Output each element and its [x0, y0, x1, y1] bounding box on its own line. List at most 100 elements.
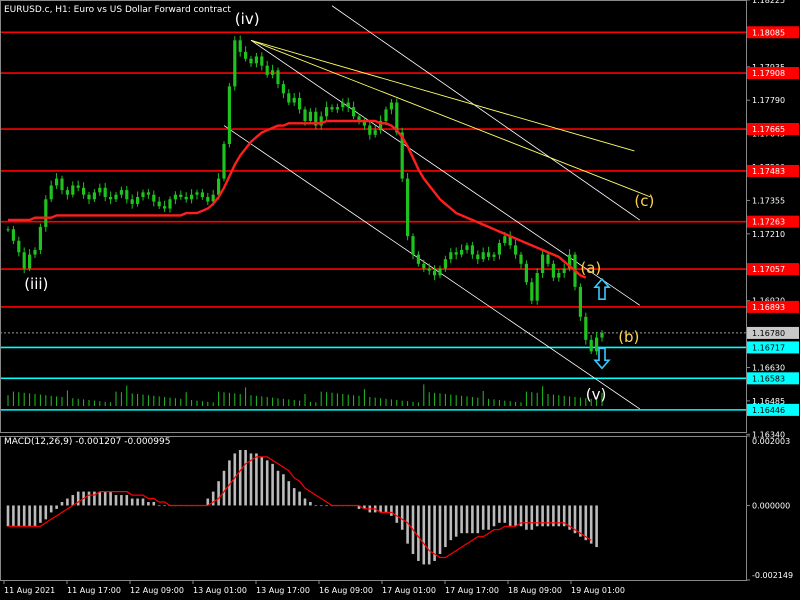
time-tick-label: 18 Aug 09:00 [508, 586, 562, 595]
macd-histogram-bar [492, 505, 496, 527]
candle-body [389, 102, 393, 110]
macd-histogram-bar [282, 474, 285, 506]
time-tick-label: 11 Aug 2021 [4, 586, 55, 595]
candle-body [238, 40, 242, 52]
macd-histogram-bar [120, 495, 123, 506]
candle-body [492, 254, 496, 257]
macd-histogram-bar [103, 491, 107, 506]
candle-body [103, 187, 107, 197]
candle-body [227, 86, 231, 144]
candle-body [28, 254, 32, 269]
candle-body [298, 97, 302, 110]
candle-body [352, 107, 356, 117]
candle-body [422, 263, 426, 269]
macd-histogram-bar [114, 495, 118, 506]
macd-tick-label: -0.002149 [752, 571, 793, 580]
candle-body [109, 196, 113, 200]
candle-body [519, 254, 523, 264]
candle-body [292, 97, 296, 103]
candle-body [303, 109, 307, 121]
macd-histogram-bar [238, 449, 242, 506]
macd-histogram-bar [87, 491, 91, 506]
candle-body [481, 252, 485, 260]
level-badge-label: 1.17263 [752, 218, 785, 227]
macd-histogram-bar [98, 491, 102, 506]
macd-histogram-bar [33, 505, 37, 527]
candle-body [87, 194, 91, 200]
candle-body [44, 199, 48, 227]
macd-histogram-bar [55, 505, 58, 509]
candle-body [335, 107, 339, 110]
candle-body [254, 56, 258, 64]
level-badge-label: 1.16446 [752, 406, 785, 415]
candle-body [206, 196, 210, 202]
candle-body [530, 282, 534, 301]
macd-histogram-bar [384, 505, 388, 513]
macd-histogram-bar [481, 505, 485, 530]
price-tick-label: 1.17790 [752, 96, 785, 105]
macd-title: MACD(12,26,9) -0.001207 -0.000995 [4, 437, 170, 447]
macd-histogram-bar [76, 491, 80, 506]
candle-body [562, 268, 566, 274]
chart-background [0, 0, 800, 600]
time-tick-label: 19 Aug 01:00 [571, 586, 625, 595]
candle-body [217, 178, 221, 195]
macd-histogram-bar [584, 505, 588, 541]
macd-histogram-bar [530, 505, 534, 530]
candle-body [433, 270, 437, 276]
candle-body [449, 252, 453, 260]
candle-body [114, 194, 118, 200]
macd-histogram-bar [163, 505, 166, 507]
candle-body [82, 187, 86, 195]
candle-body [541, 254, 545, 274]
macd-histogram-bar [390, 505, 393, 516]
candle-body [373, 130, 377, 135]
symbol-title: EURUSD.c, H1: Euro vs US Dollar Forward … [4, 5, 231, 15]
candle-body [179, 194, 183, 197]
time-tick-label: 17 Aug 17:00 [445, 586, 499, 595]
candle-body [163, 206, 167, 209]
macd-histogram-bar [498, 505, 501, 523]
candle-body [411, 236, 415, 255]
time-tick-label: 12 Aug 09:00 [130, 586, 184, 595]
macd-histogram-bar [449, 505, 453, 541]
candle-body [233, 40, 237, 87]
candle-body [503, 236, 507, 244]
macd-histogram-bar [595, 505, 598, 548]
macd-histogram-bar [71, 495, 75, 506]
candle-body [465, 245, 469, 250]
candle-body [200, 192, 204, 197]
candle-body [514, 245, 518, 255]
candle-body [546, 254, 550, 264]
macd-histogram-bar [130, 498, 134, 506]
candle-body [49, 185, 53, 200]
macd-histogram-bar [422, 505, 426, 565]
candle-body [535, 273, 539, 301]
candle-body [173, 194, 177, 200]
candle-body [33, 249, 37, 255]
macd-histogram-bar [244, 449, 247, 506]
macd-histogram-bar [444, 505, 447, 548]
candle-body [487, 252, 491, 257]
candle-body [438, 268, 442, 276]
wave-label: (iv) [235, 10, 260, 28]
candle-body [557, 273, 561, 278]
macd-histogram-bar [265, 460, 269, 506]
trading-chart[interactable]: (iv)(iii)(c)(a)(b)(v) 1.182251.180801.17… [0, 0, 800, 600]
macd-histogram-bar [60, 502, 64, 506]
candle-body [119, 190, 123, 195]
candle-body [98, 187, 102, 193]
candle-body [454, 252, 458, 255]
candle-body [281, 84, 285, 94]
macd-histogram-bar [487, 505, 490, 530]
macd-histogram-bar [66, 498, 69, 506]
candle-body [265, 65, 269, 75]
price-tick-label: 1.16630 [752, 363, 785, 372]
macd-histogram-bar [217, 481, 220, 506]
level-badge-label: 1.17057 [752, 265, 785, 274]
level-badge-label: 1.16717 [752, 343, 785, 352]
macd-histogram-bar [276, 470, 280, 506]
level-badge-label: 1.16893 [752, 303, 785, 312]
macd-histogram-bar [271, 463, 274, 506]
macd-histogram-bar [292, 488, 296, 506]
